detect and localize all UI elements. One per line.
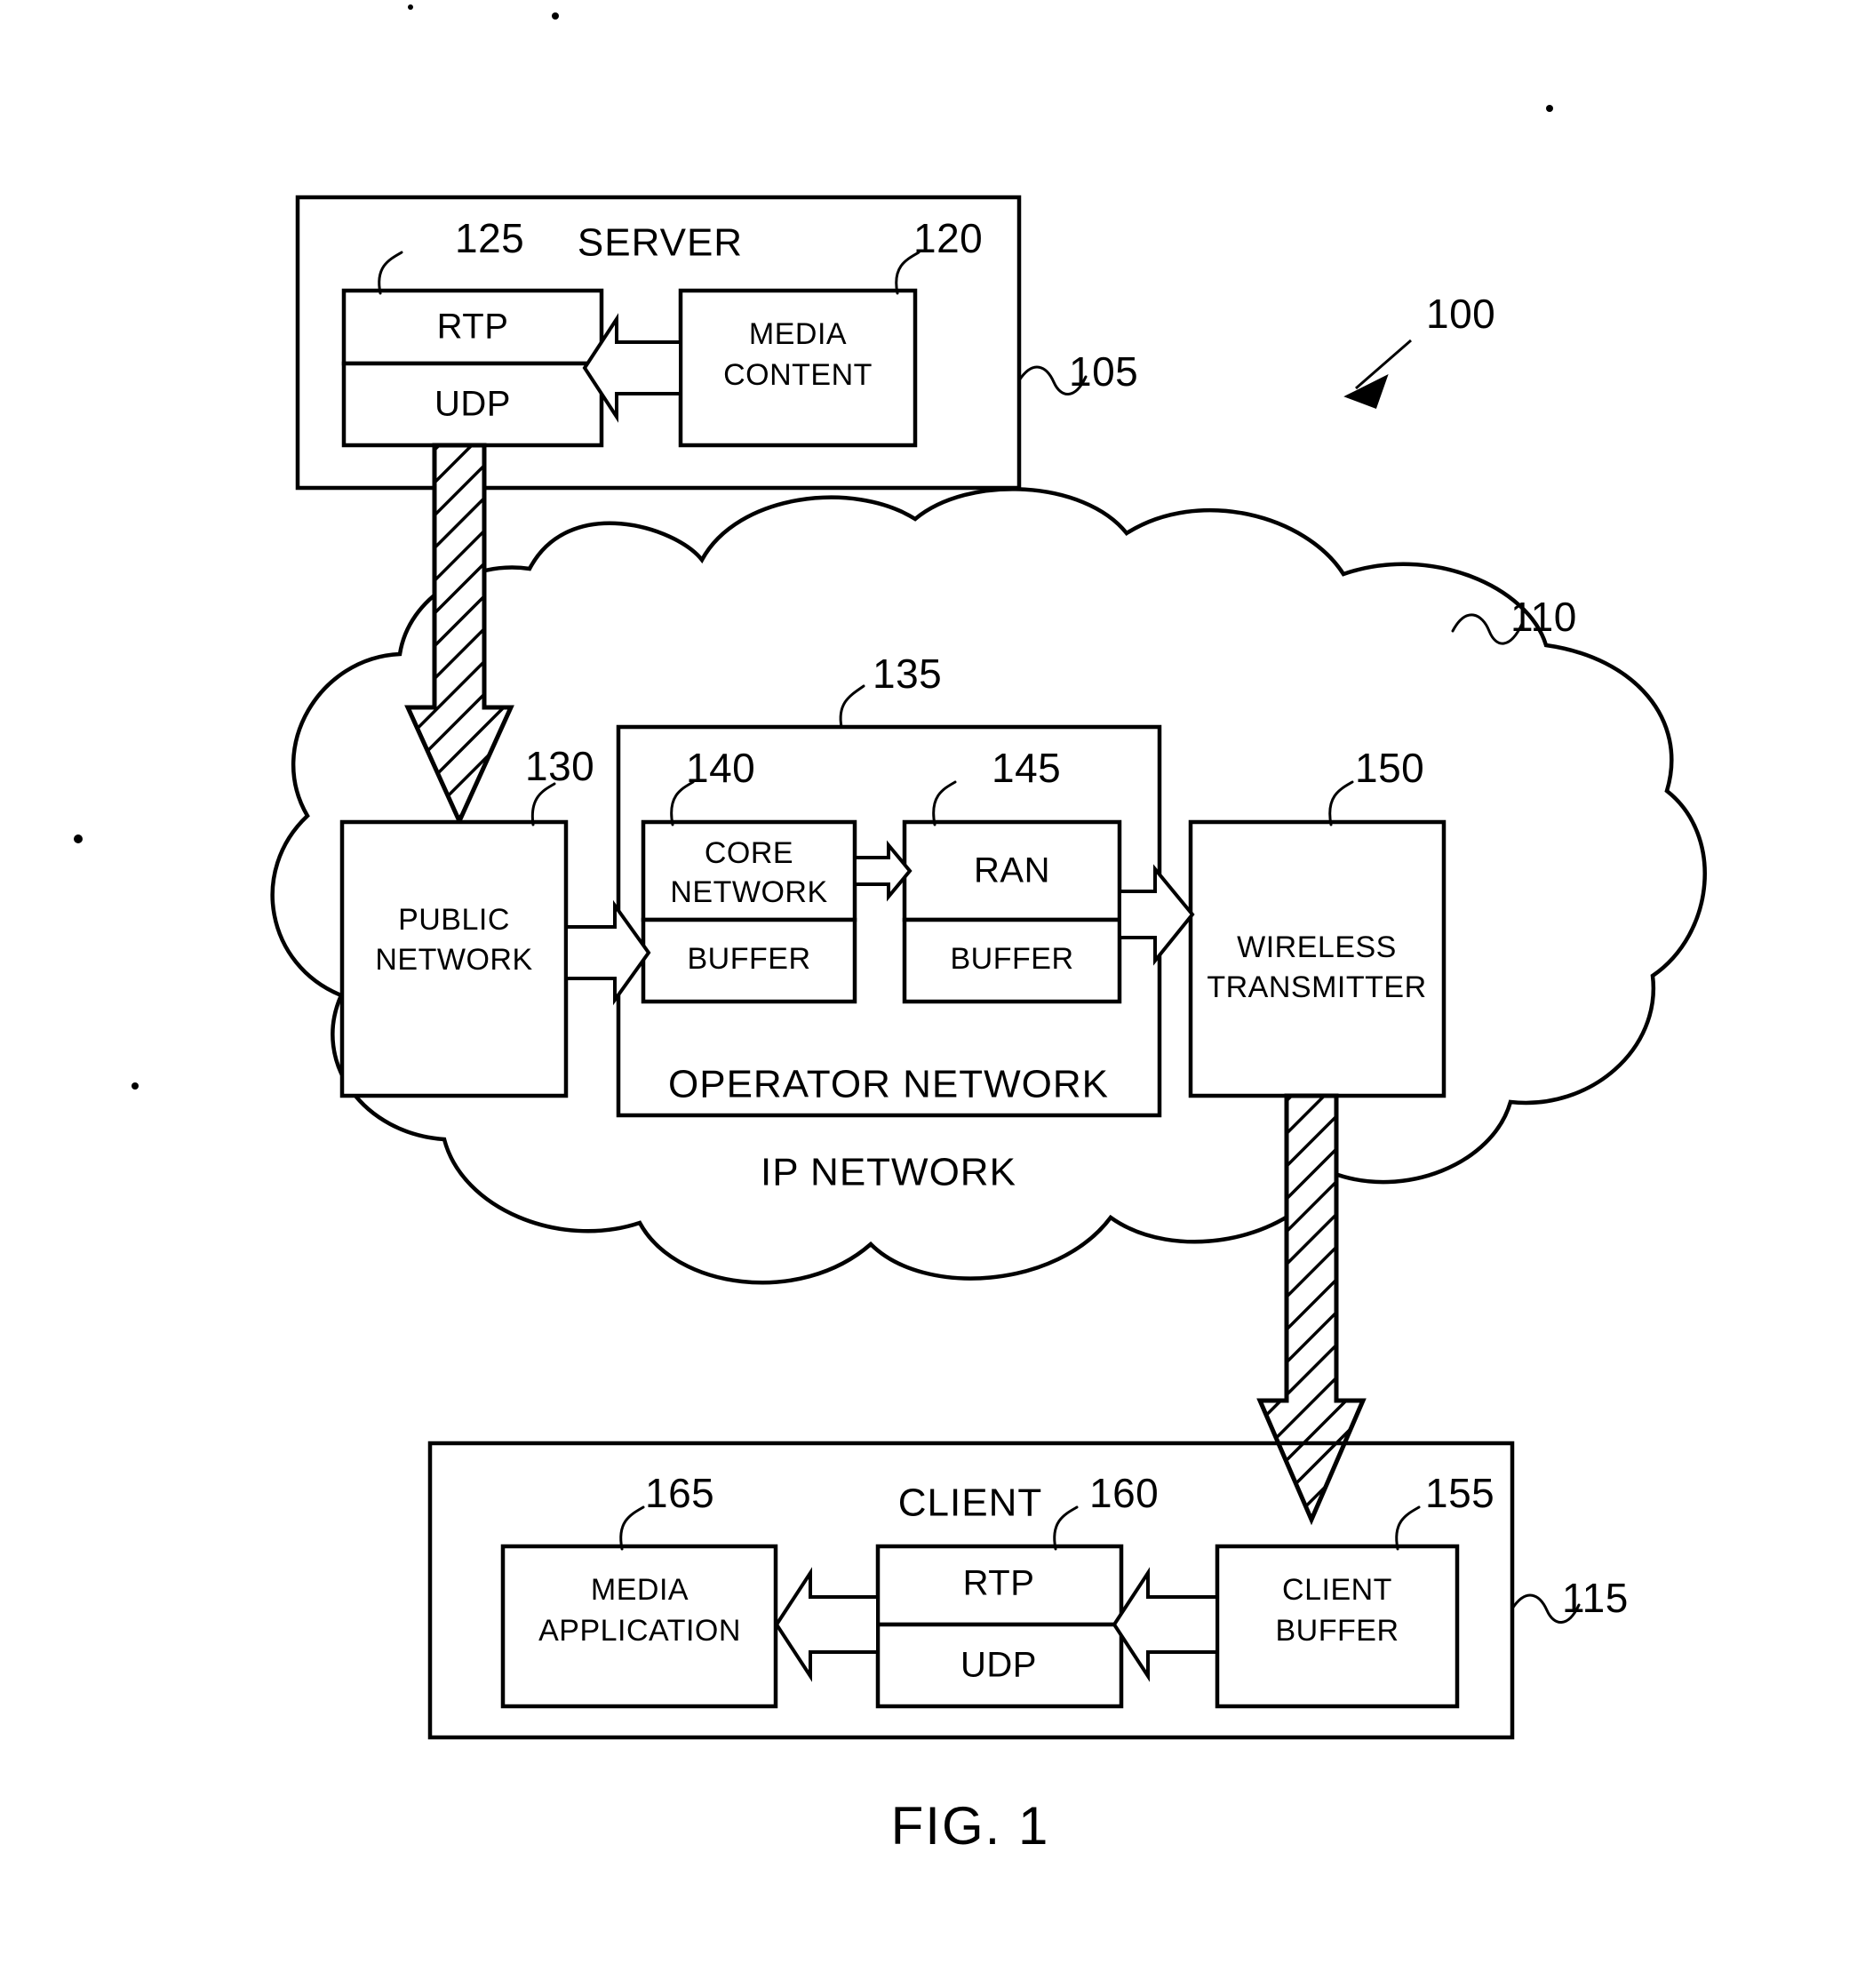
media-application-label-1: MEDIA	[591, 1573, 689, 1607]
ref-165-leader	[619, 1505, 645, 1551]
page-speck	[132, 1082, 139, 1090]
patent-figure-1: SERVER RTP UDP MEDIA CONTENT 125 120 105…	[0, 0, 1873, 1988]
public-to-core-arrow	[564, 899, 651, 1006]
figure-caption: FIG. 1	[891, 1796, 1050, 1856]
public-network-block: PUBLIC NETWORK 130	[339, 743, 651, 1098]
public-network-label-1: PUBLIC	[398, 903, 510, 937]
ran-buffer-label: BUFFER	[951, 942, 1074, 976]
core-network-label-2: NETWORK	[670, 875, 827, 909]
public-network-label-2: NETWORK	[375, 943, 532, 977]
operator-network-block: OPERATOR NETWORK CORE NETWORK BUFFER RAN…	[616, 651, 1162, 1118]
ref-115: 115	[1562, 1575, 1629, 1621]
wireless-transmitter-block: WIRELESS TRANSMITTER 150	[1118, 745, 1447, 1098]
ref-165: 165	[645, 1470, 714, 1516]
client-buffer-label-2: BUFFER	[1276, 1614, 1399, 1648]
page-speck	[74, 834, 83, 843]
ref-120: 120	[913, 215, 983, 261]
server-udp-label: UDP	[434, 385, 511, 424]
ref-125: 125	[455, 215, 524, 261]
ref-155: 155	[1425, 1470, 1494, 1516]
ref-145: 145	[992, 745, 1061, 791]
ref-155-leader	[1395, 1505, 1421, 1551]
ran-to-transmitter-arrow	[1118, 864, 1195, 966]
ref-130: 130	[525, 743, 594, 789]
ip-network-label: IP NETWORK	[761, 1151, 1016, 1194]
ref-160-leader	[1053, 1505, 1079, 1551]
media-content-label-2: CONTENT	[723, 358, 873, 392]
transmitter-to-client-arrow	[1256, 1093, 1367, 1526]
wireless-transmitter-label-2: TRANSMITTER	[1207, 970, 1426, 1004]
core-network-label-1: CORE	[705, 836, 793, 870]
client-buffer-label-1: CLIENT	[1282, 1573, 1392, 1607]
media-content-label-1: MEDIA	[749, 317, 847, 351]
core-network-buffer-label: BUFFER	[688, 942, 811, 976]
server-title: SERVER	[578, 221, 743, 265]
ref-130-leader	[530, 782, 556, 826]
ref-135: 135	[873, 651, 942, 697]
ref-160: 160	[1089, 1470, 1159, 1516]
ref-100: 100	[1426, 291, 1495, 337]
stack-to-media-app-arrow	[774, 1567, 880, 1682]
figure-canvas: SERVER RTP UDP MEDIA CONTENT 125 120 105…	[74, 4, 1707, 1856]
ref-150: 150	[1355, 745, 1424, 791]
client-rtp-label: RTP	[963, 1564, 1035, 1603]
ref-100-arrow-head	[1343, 373, 1389, 409]
media-application-label-2: APPLICATION	[538, 1614, 741, 1648]
system-ref-100: 100	[1343, 291, 1495, 409]
ref-135-leader	[839, 684, 865, 729]
page-speck	[552, 12, 559, 20]
buffer-to-stack-arrow	[1112, 1567, 1219, 1682]
client-block: CLIENT MEDIA APPLICATION RTP UDP CLIENT …	[427, 1441, 1629, 1740]
server-rtp-label: RTP	[437, 307, 509, 347]
client-title: CLIENT	[898, 1481, 1042, 1525]
ref-145-leader	[932, 780, 957, 826]
wireless-transmitter-label-1: WIRELESS	[1237, 930, 1397, 964]
client-udp-label: UDP	[960, 1646, 1037, 1685]
ref-110: 110	[1510, 594, 1577, 640]
page-speck	[1546, 105, 1553, 112]
server-to-public-network-arrow	[404, 443, 514, 827]
operator-network-label: OPERATOR NETWORK	[668, 1063, 1109, 1106]
ref-150-leader	[1328, 780, 1354, 826]
ref-105: 105	[1069, 348, 1138, 395]
ran-label: RAN	[974, 851, 1050, 890]
server-block: SERVER RTP UDP MEDIA CONTENT 125 120 105	[295, 195, 1138, 491]
page-speck	[408, 4, 413, 10]
ref-140: 140	[686, 745, 755, 791]
ref-125-leader	[378, 251, 403, 295]
core-to-ran-arrow	[853, 840, 913, 902]
